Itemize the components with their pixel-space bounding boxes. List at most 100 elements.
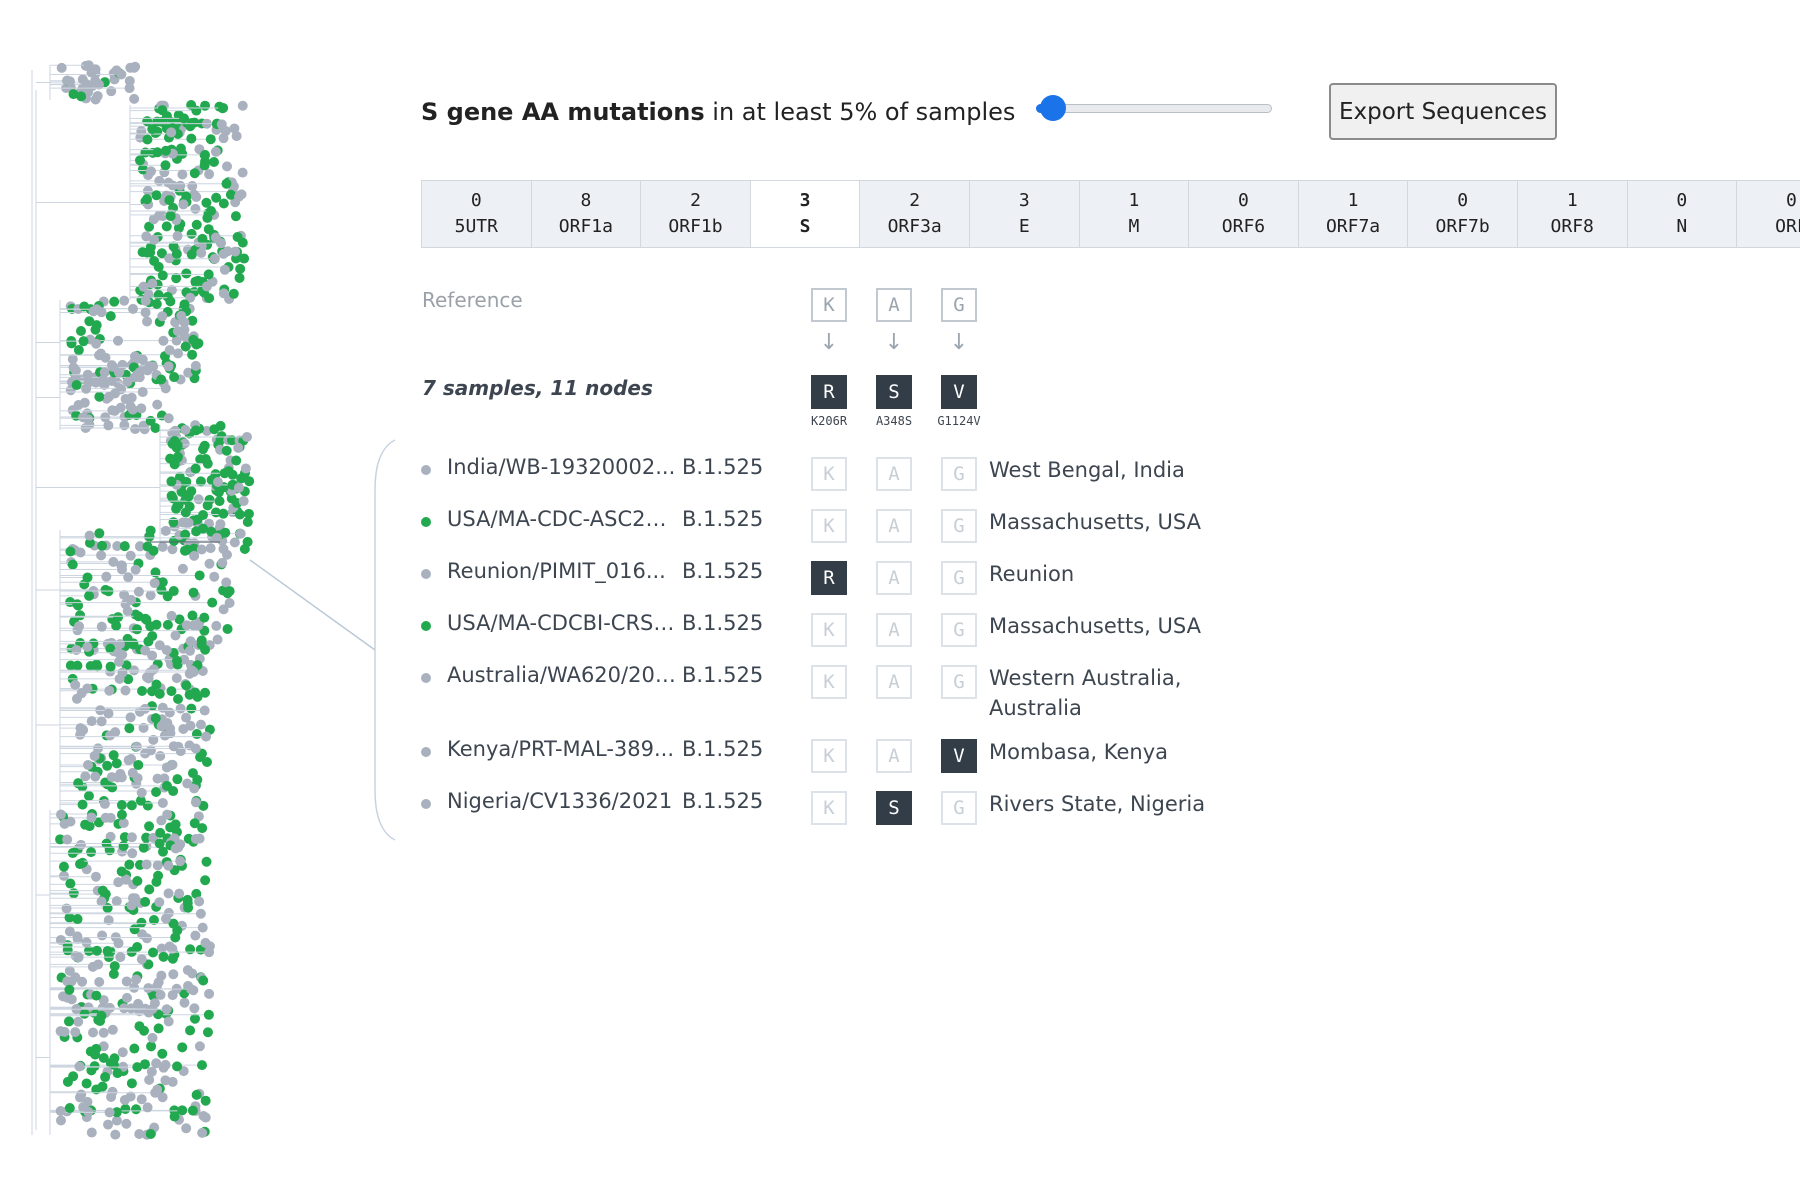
tree-node-highlighted[interactable] <box>71 380 82 391</box>
tree-node[interactable] <box>154 175 165 186</box>
tree-node-highlighted[interactable] <box>65 878 76 889</box>
tree-node-highlighted[interactable] <box>193 275 204 286</box>
tree-node[interactable] <box>156 815 167 826</box>
tree-node-highlighted[interactable] <box>185 1025 196 1036</box>
tree-node[interactable] <box>180 424 191 435</box>
tree-node[interactable] <box>129 93 140 104</box>
tab-gene-orf[interactable]: 0 ORF <box>1736 181 1800 247</box>
tree-node-highlighted[interactable] <box>75 325 86 336</box>
tree-node-highlighted[interactable] <box>205 134 216 145</box>
tree-node-highlighted[interactable] <box>169 459 180 470</box>
tree-node-highlighted[interactable] <box>64 1103 75 1114</box>
tree-node[interactable] <box>113 877 124 888</box>
tree-node[interactable] <box>157 311 168 322</box>
tree-node-highlighted[interactable] <box>192 774 203 785</box>
tree-node-highlighted[interactable] <box>132 876 143 887</box>
tree-node[interactable] <box>90 771 101 782</box>
tree-node-highlighted[interactable] <box>162 619 173 630</box>
tree-node-highlighted[interactable] <box>75 859 86 870</box>
tree-node-highlighted[interactable] <box>78 336 89 347</box>
tree-node[interactable] <box>101 571 112 582</box>
tree-node[interactable] <box>55 1106 66 1117</box>
tree-node-highlighted[interactable] <box>170 932 181 943</box>
tree-node[interactable] <box>210 146 221 157</box>
tree-node-highlighted[interactable] <box>153 290 164 301</box>
tree-node[interactable] <box>168 969 179 980</box>
tree-node-highlighted[interactable] <box>184 689 195 700</box>
tree-node[interactable] <box>209 253 220 264</box>
tree-node-highlighted[interactable] <box>166 686 177 697</box>
tree-node[interactable] <box>218 288 229 299</box>
tree-node[interactable] <box>110 1129 121 1140</box>
tree-node-highlighted[interactable] <box>100 1072 111 1083</box>
tree-node[interactable] <box>147 1032 158 1043</box>
tree-node[interactable] <box>194 896 205 907</box>
tree-node[interactable] <box>164 941 175 952</box>
tree-node-highlighted[interactable] <box>84 590 95 601</box>
tree-node-highlighted[interactable] <box>162 591 173 602</box>
tree-node-highlighted[interactable] <box>189 168 200 179</box>
tree-node-highlighted[interactable] <box>202 1027 213 1038</box>
tree-node[interactable] <box>163 888 174 899</box>
tree-node[interactable] <box>73 952 84 963</box>
tree-node[interactable] <box>74 621 85 632</box>
tree-node-highlighted[interactable] <box>143 636 154 647</box>
tree-node-highlighted[interactable] <box>150 713 161 724</box>
tree-node[interactable] <box>103 391 114 402</box>
tree-node-highlighted[interactable] <box>158 951 169 962</box>
tree-node[interactable] <box>129 351 140 362</box>
tree-node[interactable] <box>119 420 130 431</box>
tree-node-highlighted[interactable] <box>157 1048 168 1059</box>
tree-node[interactable] <box>87 961 98 972</box>
tree-node[interactable] <box>181 1123 192 1134</box>
sample-row[interactable]: India/WB-19320002... B.1.525 West Bengal, … <box>421 455 1421 495</box>
tree-node[interactable] <box>170 843 181 854</box>
tree-node-highlighted[interactable] <box>186 249 197 260</box>
tree-node-highlighted[interactable] <box>91 945 102 956</box>
tree-node-highlighted[interactable] <box>118 840 129 851</box>
tree-node[interactable] <box>190 797 201 808</box>
tree-node[interactable] <box>96 550 107 561</box>
tree-node-highlighted[interactable] <box>198 975 209 986</box>
tree-node-highlighted[interactable] <box>81 1078 92 1089</box>
tree-node-highlighted[interactable] <box>181 680 192 691</box>
tree-node[interactable] <box>126 832 137 843</box>
tree-node-highlighted[interactable] <box>197 233 208 244</box>
tree-node-highlighted[interactable] <box>145 247 156 258</box>
tree-node[interactable] <box>86 812 97 823</box>
tree-node-highlighted[interactable] <box>112 1068 123 1079</box>
tree-node-highlighted[interactable] <box>84 821 95 832</box>
tree-node[interactable] <box>83 60 94 71</box>
tree-node[interactable] <box>121 976 132 987</box>
tree-node-highlighted[interactable] <box>89 1061 100 1072</box>
tree-node[interactable] <box>130 564 141 575</box>
tree-node-highlighted[interactable] <box>116 809 127 820</box>
tree-node[interactable] <box>174 888 185 899</box>
tree-node-highlighted[interactable] <box>134 1021 145 1032</box>
tree-node[interactable] <box>108 556 119 567</box>
tree-node-highlighted[interactable] <box>191 526 202 537</box>
tree-node-highlighted[interactable] <box>171 503 182 514</box>
tree-node[interactable] <box>204 947 215 958</box>
tree-node[interactable] <box>147 278 158 289</box>
tree-node-highlighted[interactable] <box>133 759 144 770</box>
tree-node-highlighted[interactable] <box>113 612 124 623</box>
tree-node-highlighted[interactable] <box>153 870 164 881</box>
tree-node[interactable] <box>193 494 204 505</box>
tree-node[interactable] <box>185 636 196 647</box>
tree-node-highlighted[interactable] <box>116 866 127 877</box>
tree-node[interactable] <box>157 541 168 552</box>
tree-node[interactable] <box>210 232 221 243</box>
tree-node[interactable] <box>181 620 192 631</box>
mutation-residue[interactable]: S <box>876 375 912 409</box>
tab-gene-orf1a[interactable]: 8 ORF1a <box>530 181 641 247</box>
tree-node-highlighted[interactable] <box>149 255 160 266</box>
tree-node-highlighted[interactable] <box>142 134 153 145</box>
tree-node-highlighted[interactable] <box>218 102 229 113</box>
tree-node-highlighted[interactable] <box>168 517 179 528</box>
tree-node-highlighted[interactable] <box>206 205 217 216</box>
tree-node[interactable] <box>184 668 195 679</box>
tree-node[interactable] <box>160 525 171 536</box>
tree-node-highlighted[interactable] <box>165 296 176 307</box>
tree-node[interactable] <box>201 731 212 742</box>
